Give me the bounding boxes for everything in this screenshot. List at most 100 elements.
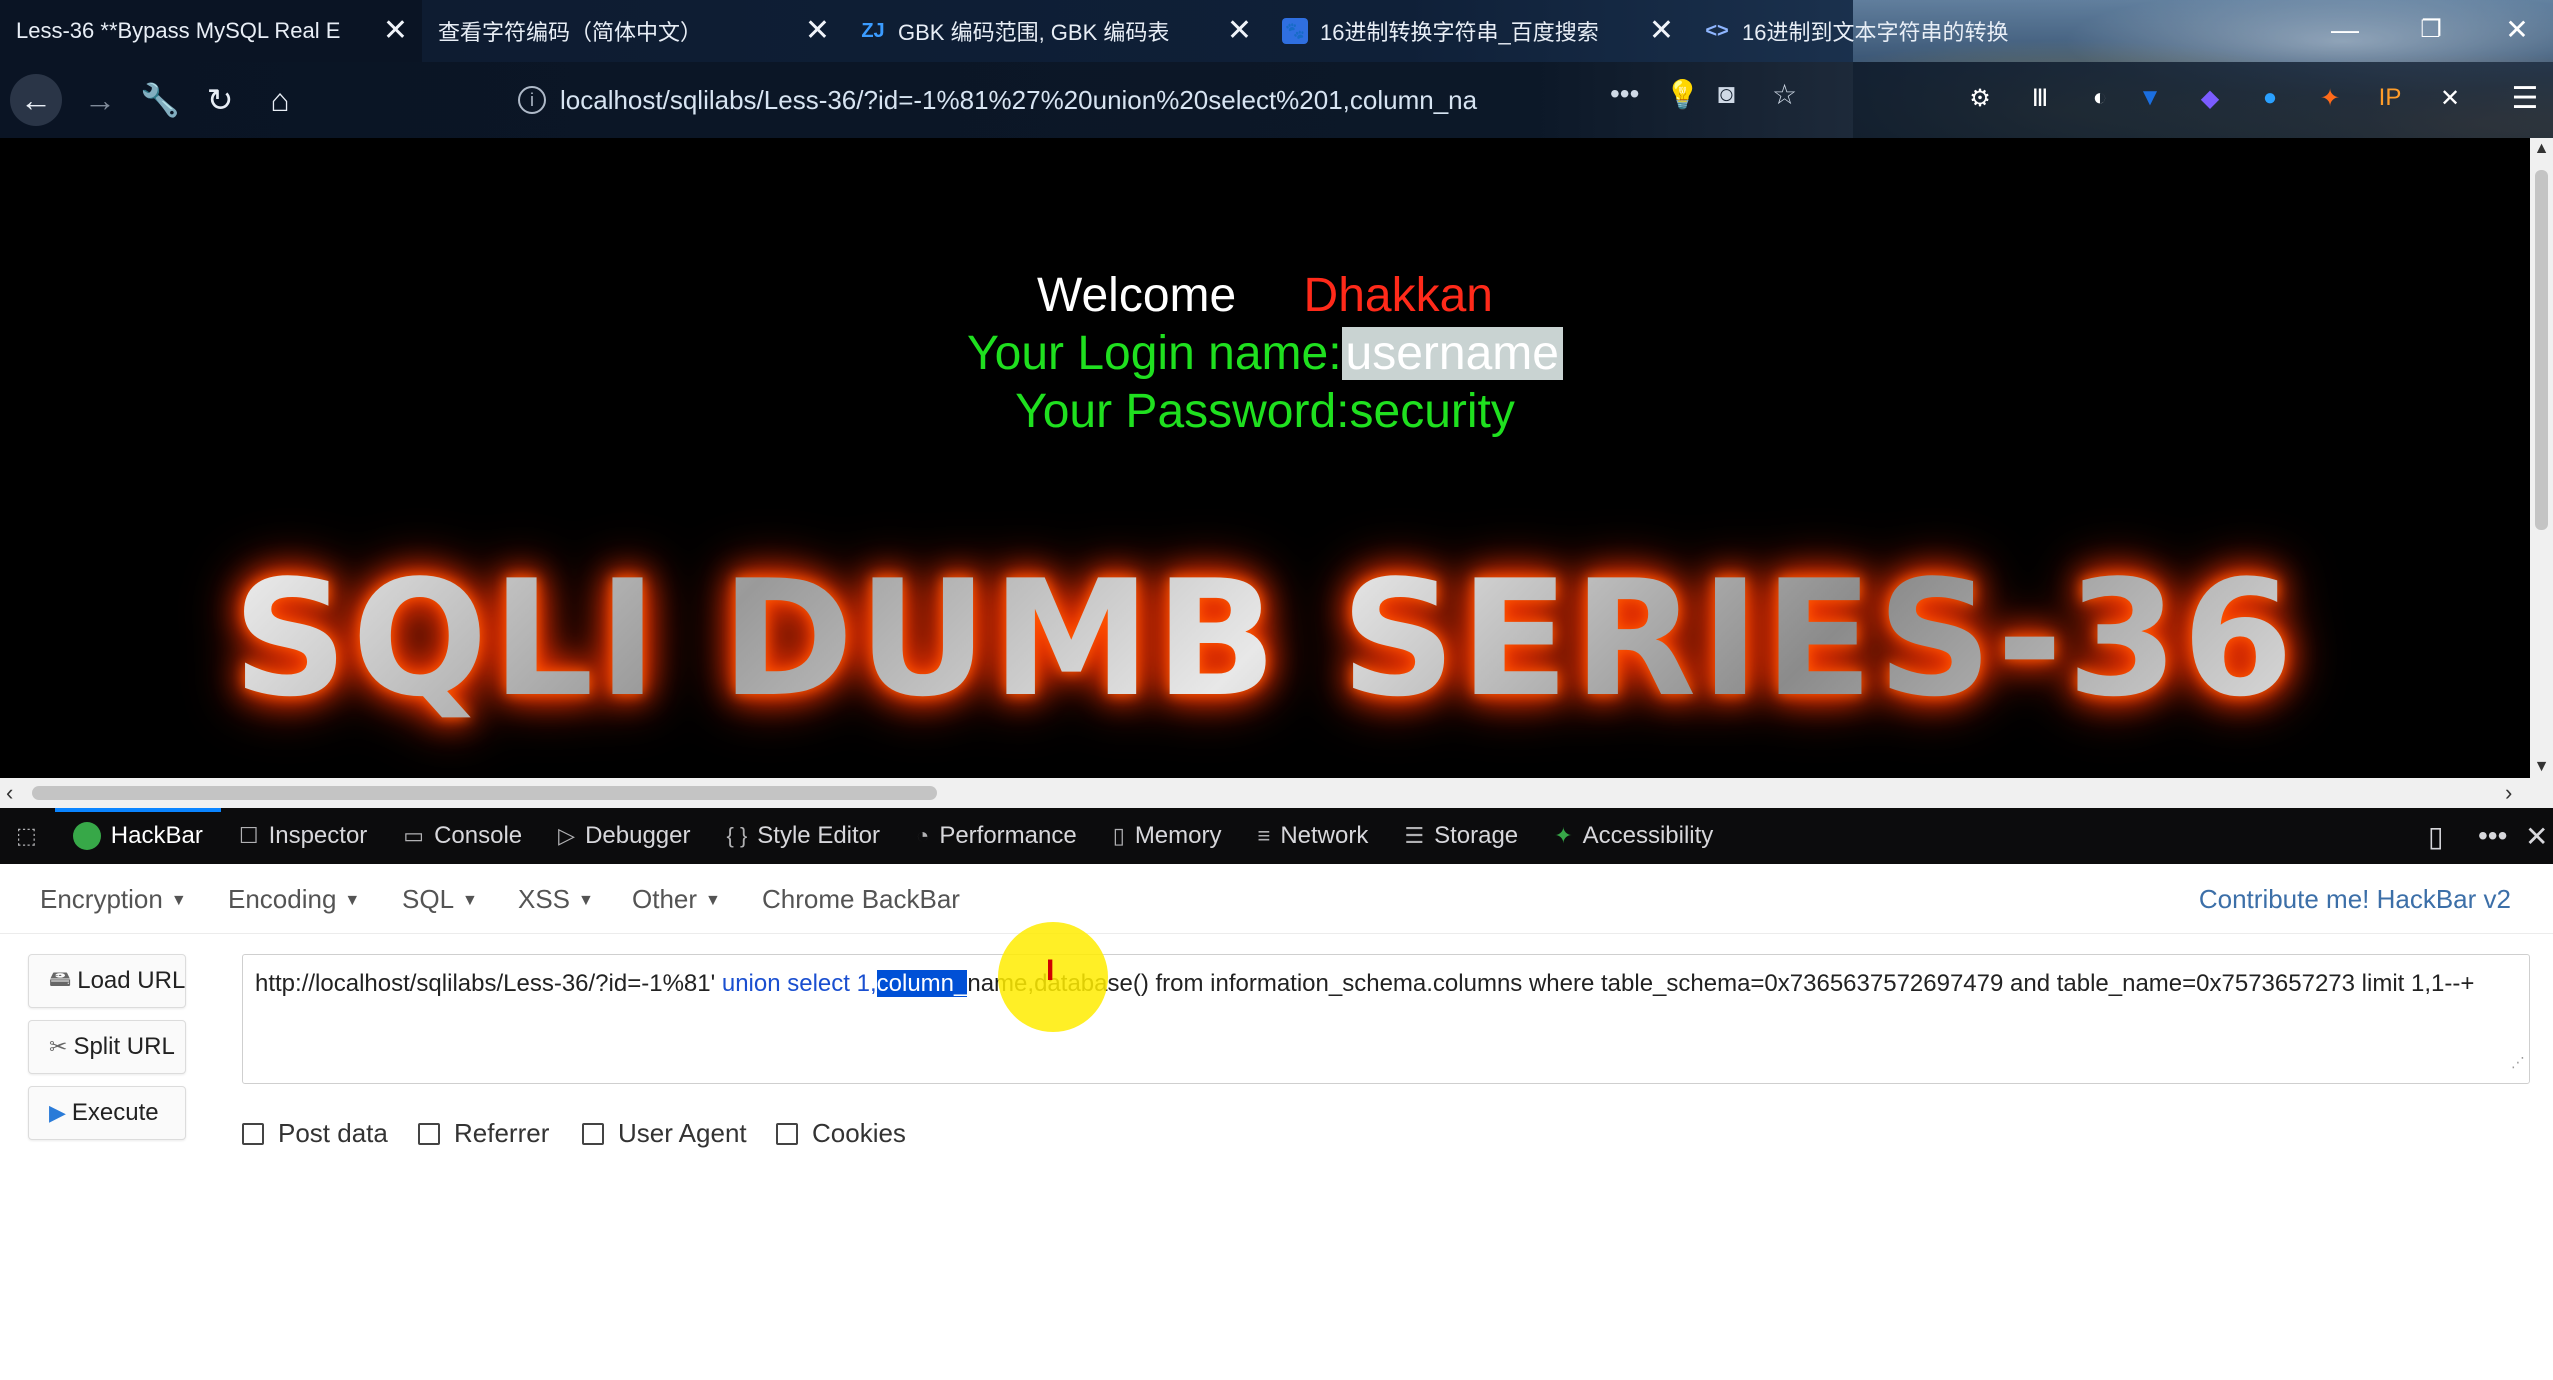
extension-icon[interactable]: IP	[2370, 78, 2410, 118]
tab-strip: Less-36 **Bypass MySQL Real E ✕ 查看字符编码（简…	[0, 0, 2553, 138]
wrench-icon: 🔧	[140, 82, 180, 118]
memory-icon: ▯	[1112, 823, 1125, 848]
tab-label: Console	[434, 822, 523, 849]
checkbox-box[interactable]	[776, 1122, 798, 1145]
menu-chrome-backbar[interactable]: Chrome BackBar	[762, 884, 960, 915]
load-url-button[interactable]: 🖴 Load URL	[28, 954, 186, 1008]
caret-down-icon: ▼	[705, 892, 721, 910]
tab-title: 查看字符编码（简体中文）	[438, 20, 703, 45]
vertical-scrollbar[interactable]: ▲ ▼	[2530, 138, 2553, 778]
extension-icon[interactable]: ✕	[2430, 78, 2470, 118]
checkbox-box[interactable]	[582, 1122, 604, 1145]
close-devtools-icon[interactable]: ✕	[2525, 820, 2548, 853]
tools-button[interactable]: 🔧	[134, 74, 186, 126]
storage-icon: ☰	[1404, 823, 1425, 848]
horizontal-scrollbar[interactable]: ‹ ›	[0, 778, 2553, 808]
bookmark-star-icon[interactable]: ☆	[1772, 78, 1797, 111]
welcome-line: Welcome Dhakkan	[0, 268, 2530, 323]
menu-xss[interactable]: XSS ▼	[518, 884, 594, 915]
execute-button[interactable]: ▶ Execute	[28, 1086, 186, 1140]
dock-icon[interactable]: ▯	[2428, 820, 2443, 853]
devtools-tab-storage[interactable]: ☰ Storage	[1386, 808, 1536, 864]
password-label: Your Password:	[1015, 385, 1350, 438]
cookies-checkbox[interactable]: Cookies	[776, 1118, 906, 1149]
resize-grip-icon[interactable]: ⋰	[2511, 1043, 2525, 1081]
contribute-link[interactable]: Contribute me! HackBar v2	[2199, 884, 2511, 915]
tab-baidu[interactable]: 🐾 16进制转换字符串_百度搜索 ✕	[1266, 0, 1688, 62]
tab-charset[interactable]: 查看字符编码（简体中文） ✕	[422, 0, 844, 62]
scroll-right-icon[interactable]: ›	[2505, 780, 2512, 806]
page-content: Welcome Dhakkan Your Login name:username…	[0, 138, 2530, 778]
more-options-icon[interactable]: •••	[2478, 820, 2507, 852]
referrer-checkbox[interactable]: Referrer	[418, 1118, 549, 1149]
tab-less-36[interactable]: Less-36 **Bypass MySQL Real E ✕	[0, 0, 422, 62]
scrollbar-thumb[interactable]	[2535, 170, 2548, 530]
vpn-icon[interactable]: ▼	[2130, 78, 2170, 118]
extension-icon[interactable]: ⚙	[1960, 78, 2000, 118]
checkbox-box[interactable]	[242, 1122, 264, 1145]
restore-icon[interactable]: ❐	[2406, 8, 2456, 52]
tab-label: Network	[1280, 822, 1369, 849]
scroll-down-icon[interactable]: ▼	[2530, 758, 2553, 776]
close-icon[interactable]: ✕	[1227, 14, 1252, 48]
user-agent-checkbox[interactable]: User Agent	[582, 1118, 747, 1149]
scroll-up-icon[interactable]: ▲	[2530, 140, 2553, 158]
pick-element-icon: ⬚	[16, 823, 37, 848]
devtools-tab-hackbar[interactable]: HackBar	[54, 808, 221, 864]
tab-label: HackBar	[110, 822, 203, 849]
menu-encoding[interactable]: Encoding ▼	[228, 884, 360, 915]
devtools-toolbar: ⬚ HackBar ☐ Inspector ▭ Console ▷ Debugg…	[0, 808, 2553, 864]
menu-sql[interactable]: SQL ▼	[402, 884, 478, 915]
devtools-tab-console[interactable]: ▭ Console	[385, 808, 540, 864]
tab-title: 16进制到文本字符串的转换	[1742, 20, 2009, 45]
caret-down-icon: ▼	[578, 892, 594, 910]
scrollbar-thumb[interactable]	[32, 786, 937, 800]
menu-icon[interactable]: ☰	[2505, 78, 2545, 118]
close-icon[interactable]: ✕	[805, 14, 830, 48]
scroll-left-icon[interactable]: ‹	[6, 780, 13, 806]
menu-encryption[interactable]: Encryption ▼	[40, 884, 187, 915]
devtools-tab-debugger[interactable]: ▷ Debugger	[540, 808, 708, 864]
tab-label: Debugger	[585, 822, 691, 849]
close-icon[interactable]: ✕	[1649, 14, 1674, 48]
pocket-icon[interactable]: ◙	[1718, 78, 1735, 110]
forward-button[interactable]: →	[74, 74, 126, 126]
element-picker-button[interactable]: ⬚	[0, 808, 55, 864]
devtools-tab-performance[interactable]: ◔ Performance	[898, 808, 1095, 864]
extension-icon[interactable]: Ⅲ	[2020, 78, 2060, 118]
tab-gbk[interactable]: ZJ GBK 编码范围, GBK 编码表 ✕	[844, 0, 1266, 62]
baidu-paw-icon: 🐾	[1282, 18, 1308, 44]
devtools-tab-memory[interactable]: ▯ Memory	[1095, 808, 1240, 864]
performance-icon: ◔	[916, 823, 930, 848]
page-actions-icon[interactable]: •••	[1610, 78, 1639, 110]
back-button[interactable]: ←	[10, 74, 62, 126]
series-banner: SQLI DUMB SERIES-36	[0, 538, 2530, 738]
address-text[interactable]: localhost/sqlilabs/Less-36/?id=-1%81%27%…	[560, 85, 1580, 116]
home-button[interactable]: ⌂	[254, 74, 306, 126]
post-data-checkbox[interactable]: Post data	[242, 1118, 388, 1149]
menu-other[interactable]: Other ▼	[632, 884, 721, 915]
split-url-button[interactable]: ✂ Split URL	[28, 1020, 186, 1074]
devtools-tab-inspector[interactable]: ☐ Inspector	[221, 808, 385, 864]
extension-icon[interactable]: ◐	[2080, 78, 2120, 118]
tab-label: Style Editor	[757, 822, 881, 849]
window-close-icon[interactable]: ✕	[2492, 8, 2542, 52]
extension-icon[interactable]: ✦	[2310, 78, 2350, 118]
tab-hex-convert[interactable]: <> 16进制到文本字符串的转换	[1688, 0, 2108, 62]
devtools-tab-accessibility[interactable]: ✦ Accessibility	[1536, 808, 1731, 864]
address-bar[interactable]: i localhost/sqlilabs/Less-36/?id=-1%81%2…	[500, 74, 1700, 126]
extension-icon[interactable]: ●	[2250, 78, 2290, 118]
minimize-icon[interactable]: —	[2320, 8, 2370, 52]
site-info-icon[interactable]: i	[518, 86, 546, 114]
lightbulb-icon[interactable]: 💡	[1665, 78, 1700, 111]
devtools-tab-style-editor[interactable]: { } Style Editor	[708, 808, 898, 864]
checkbox-box[interactable]	[418, 1122, 440, 1145]
reload-button[interactable]: ↻	[194, 74, 246, 126]
devtools-tab-network[interactable]: ≡ Network	[1239, 808, 1386, 864]
close-icon[interactable]: ✕	[383, 14, 408, 48]
tab-title: Less-36 **Bypass MySQL Real E	[16, 18, 341, 43]
extension-icon[interactable]: ◆	[2190, 78, 2230, 118]
url-textarea[interactable]: http://localhost/sqlilabs/Less-36/?id=-1…	[242, 954, 2530, 1084]
inspector-icon: ☐	[238, 823, 259, 848]
accessibility-icon: ✦	[1554, 823, 1573, 848]
